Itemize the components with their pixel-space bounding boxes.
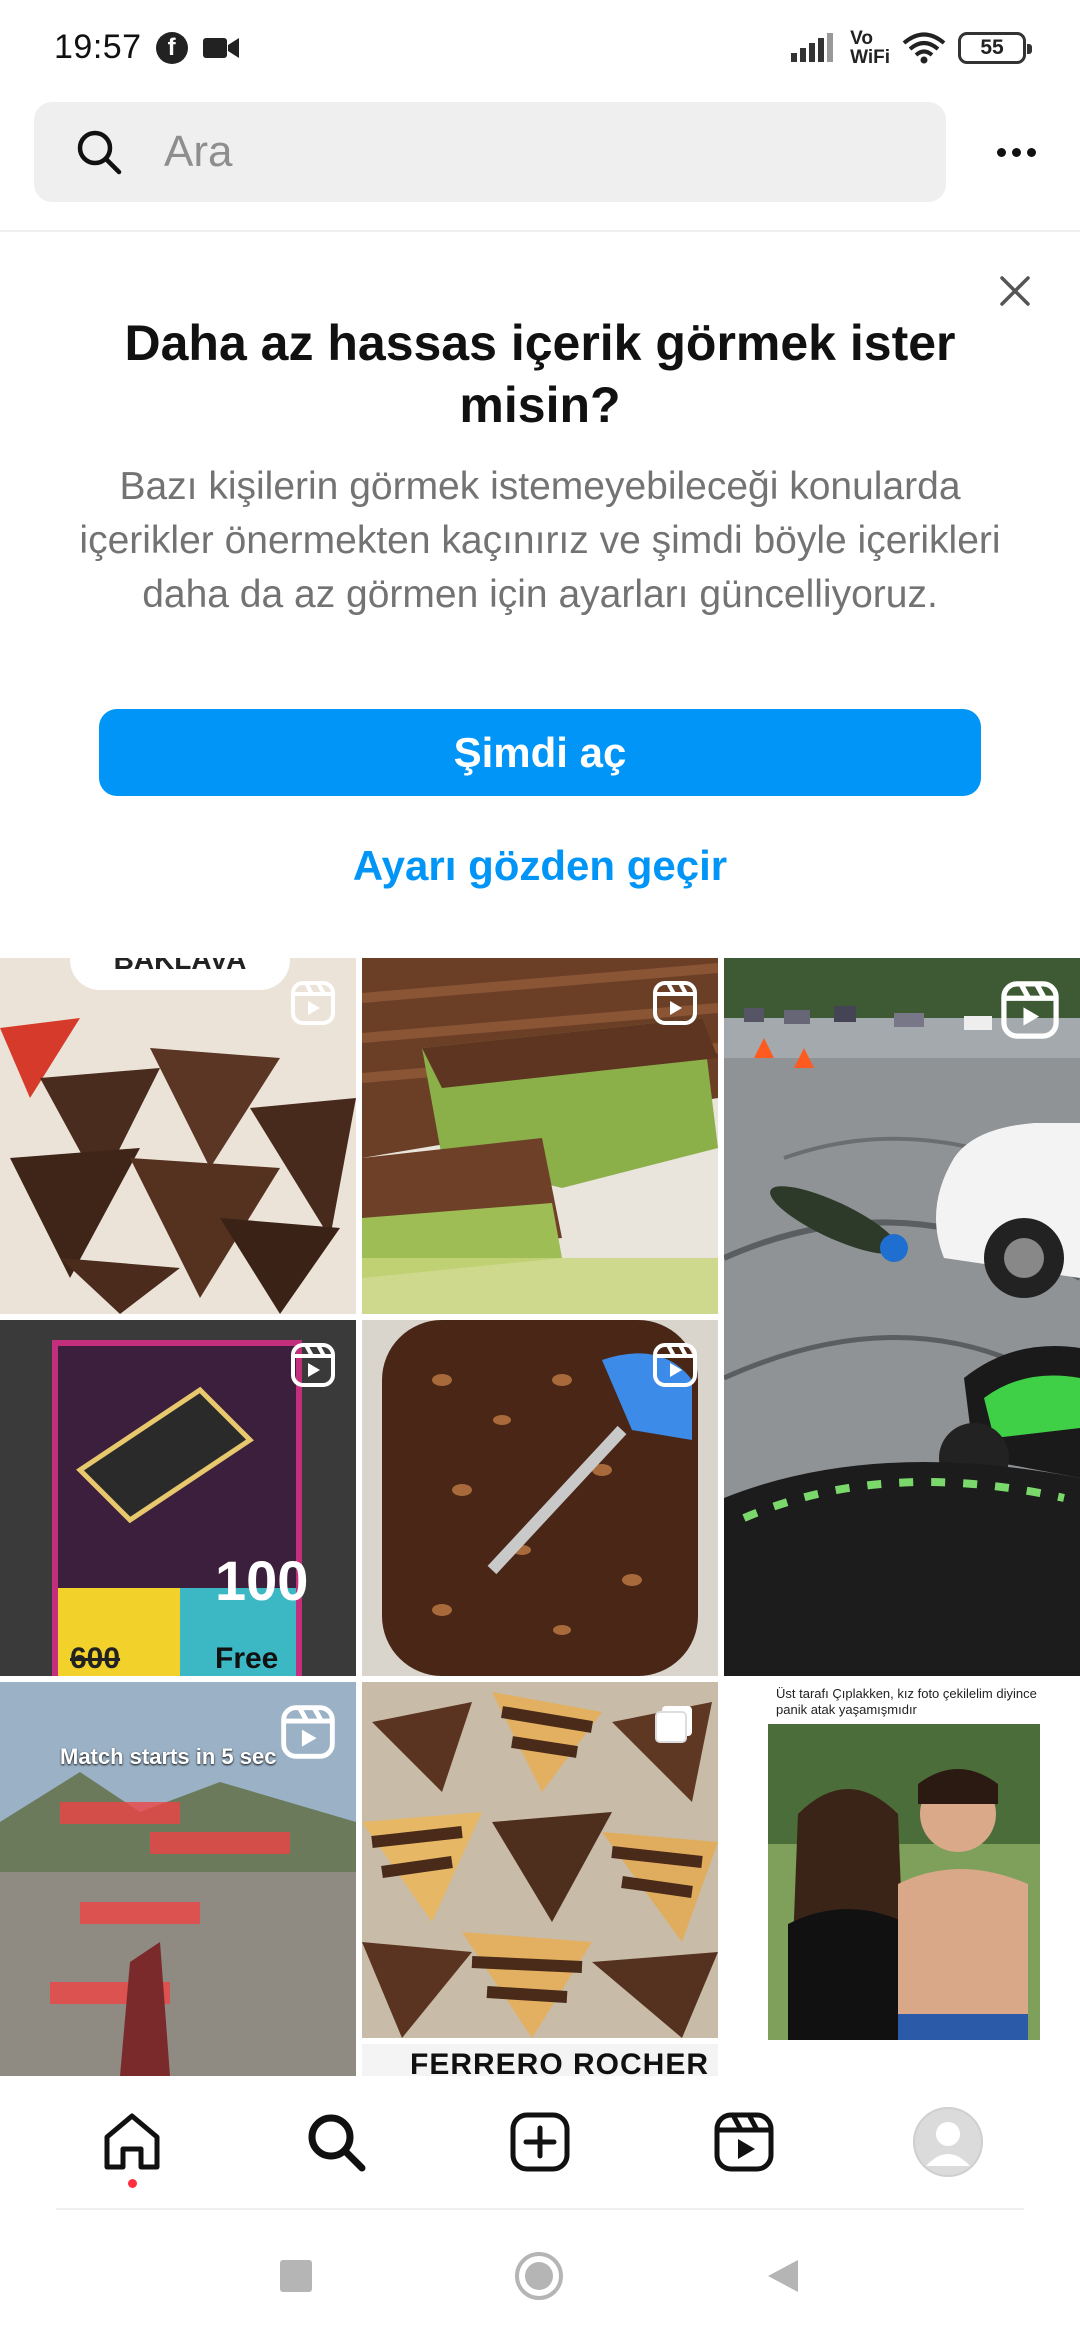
- notification-dot: [128, 2179, 137, 2188]
- status-right: Vo WiFi 55: [790, 29, 1032, 67]
- recents-square-icon[interactable]: [278, 2258, 314, 2294]
- video-camera-icon: [202, 35, 240, 61]
- battery-indicator: 55: [958, 31, 1032, 64]
- card-body: Bazı kişilerin görmek istemeyebileceği k…: [79, 465, 1001, 616]
- crate-free-label: Free: [215, 1642, 279, 1675]
- more-options-button[interactable]: [986, 122, 1046, 182]
- carousel-icon: [655, 1706, 692, 1743]
- ferrero-label: FERRERO ROCHER: [410, 2048, 710, 2076]
- dot-icon: [1011, 147, 1021, 157]
- review-setting-link[interactable]: Ayarı gözden geçir: [0, 842, 1080, 890]
- nav-search[interactable]: [276, 2082, 396, 2202]
- grid-tile-caption-photo[interactable]: Üst tarafı Çıplakken, kız foto çekilelim…: [724, 1682, 1080, 2076]
- vowifi-bottom: WiFi: [850, 46, 890, 68]
- bottom-nav-separator: [56, 2208, 1024, 2210]
- crate-value: 100: [215, 1549, 309, 1612]
- wifi-icon: [902, 32, 946, 64]
- nav-home[interactable]: [72, 2082, 192, 2202]
- vowifi-label: Vo WiFi: [850, 29, 890, 67]
- reels-icon: [653, 1343, 697, 1387]
- home-circle-icon[interactable]: [514, 2251, 564, 2301]
- reels-icon: [714, 2112, 774, 2172]
- search-icon: [77, 130, 122, 175]
- nav-create[interactable]: [480, 2082, 600, 2202]
- back-triangle-icon[interactable]: [764, 2257, 802, 2295]
- grid-tile-chocolate-bark[interactable]: [362, 1320, 718, 1676]
- grid-tile-game-crate[interactable]: 100 600 Free: [0, 1320, 356, 1676]
- status-left: 19:57 f: [54, 28, 240, 67]
- system-navigation: [0, 2212, 1080, 2340]
- search-row: [0, 100, 1080, 204]
- bottom-navigation: [0, 2076, 1080, 2208]
- close-icon[interactable]: [994, 270, 1036, 312]
- reels-icon: [653, 981, 697, 1025]
- grid-tile-game-match[interactable]: Match starts in 5 sec: [0, 1682, 356, 2076]
- card-title: Daha az hassas içerik görmek ister misin…: [124, 315, 956, 433]
- grid-tile-pistachio-bar[interactable]: [362, 958, 718, 1314]
- status-time: 19:57: [54, 28, 142, 66]
- reels-icon: [281, 1705, 335, 1759]
- status-bar: 19:57 f Vo WiFi 55: [0, 0, 1080, 95]
- nav-reels[interactable]: [684, 2082, 804, 2202]
- couple-photo: [768, 1724, 1040, 2040]
- search-input[interactable]: [164, 127, 864, 177]
- grid-tile-striped-cookies[interactable]: [362, 1682, 718, 2038]
- reels-icon: [1001, 981, 1059, 1039]
- home-icon: [104, 2113, 160, 2170]
- reels-icon: [291, 981, 335, 1025]
- turn-on-button[interactable]: Şimdi aç: [99, 709, 981, 796]
- dot-icon: [996, 147, 1006, 157]
- profile-avatar: [913, 2107, 983, 2177]
- create-icon: [510, 2112, 570, 2172]
- search-box[interactable]: [34, 102, 946, 202]
- match-overlay-text: Match starts in 5 sec: [60, 1744, 277, 1769]
- search-icon: [308, 2114, 366, 2172]
- drift-image: [724, 958, 1080, 1676]
- dot-icon: [1026, 147, 1036, 157]
- vowifi-top: Vo: [850, 27, 873, 49]
- nav-profile[interactable]: [888, 2082, 1008, 2202]
- reels-icon: [291, 1343, 335, 1387]
- signal-icon: [790, 32, 838, 63]
- tile-banner: BAKLAVA: [70, 958, 290, 990]
- grid-tile-chocolate-triangles[interactable]: BAKLAVA: [0, 958, 356, 1314]
- explore-grid: BAKLAVA 100 600 Free Match starts in 5 s…: [0, 958, 1080, 2076]
- facebook-notification-icon: f: [155, 31, 188, 64]
- crate-price: 600: [70, 1642, 121, 1675]
- grid-tile-ferrero[interactable]: FERRERO ROCHER: [362, 2044, 718, 2076]
- grid-tile-drift-video[interactable]: [724, 958, 1080, 1676]
- header-divider: [0, 230, 1080, 232]
- photo-caption: Üst tarafı Çıplakken, kız foto çekilelim…: [776, 1686, 1037, 1717]
